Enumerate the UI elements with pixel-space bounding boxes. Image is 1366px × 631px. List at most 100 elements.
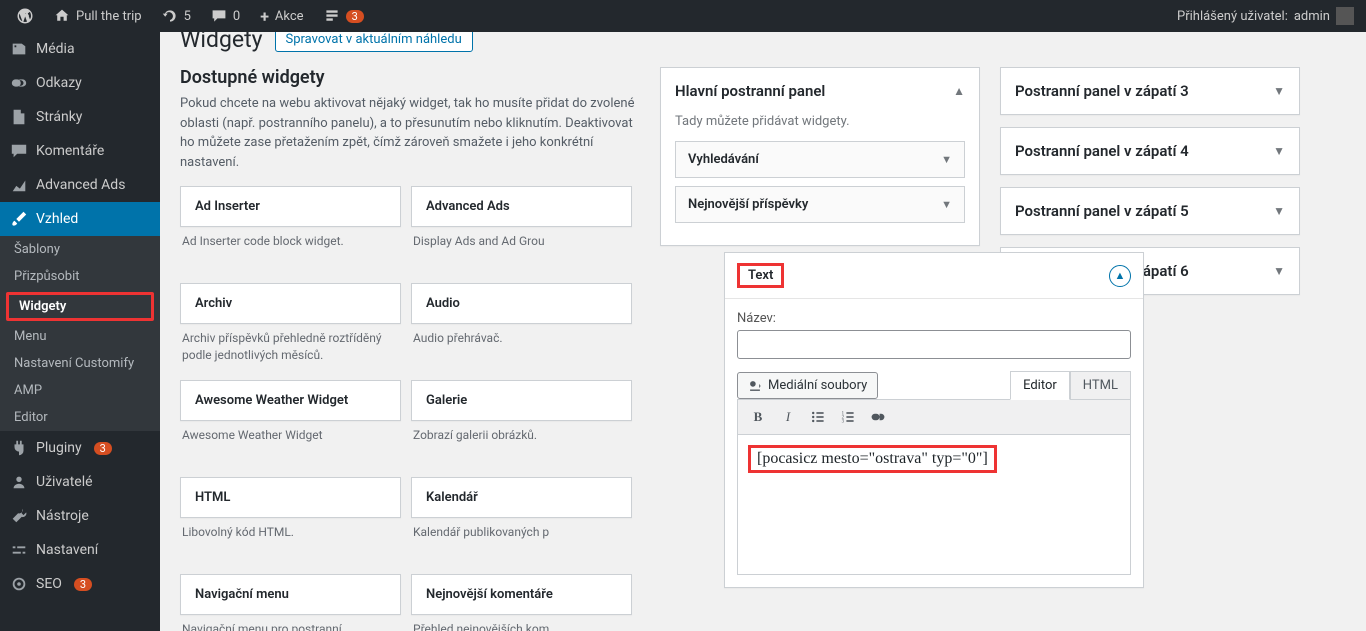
- submenu-menus[interactable]: Menu: [0, 323, 160, 350]
- submenu-customize[interactable]: Přizpůsobit: [0, 263, 160, 290]
- submenu-widgets[interactable]: Widgety: [6, 292, 154, 321]
- menu-appearance[interactable]: Vzhled: [0, 202, 160, 236]
- menu-links[interactable]: Odkazy: [0, 66, 160, 100]
- add-media-label: Mediální soubory: [768, 378, 867, 393]
- menu-tools[interactable]: Nástroje: [0, 499, 160, 533]
- admin-bar: Pull the trip 5 0 + Akce 3 Přihlášený už…: [0, 0, 1366, 32]
- footer-area-title: Postranní panel v zápatí 5: [1015, 202, 1189, 220]
- seo-icon: [10, 575, 28, 593]
- brush-icon: [10, 210, 28, 228]
- link-icon: [10, 74, 28, 92]
- tab-visual[interactable]: Editor: [1010, 371, 1070, 400]
- text-widget-editor: Text ▲ Název: Mediální soubory Editor HT…: [724, 252, 1144, 588]
- comments-bubble[interactable]: 0: [203, 0, 248, 32]
- footer-area-head[interactable]: Postranní panel v zápatí 5▼: [1001, 188, 1299, 234]
- wp-logo[interactable]: [8, 0, 42, 32]
- submenu-appearance: Šablony Přizpůsobit Widgety Menu Nastave…: [0, 236, 160, 431]
- seo-count: 3: [74, 578, 92, 591]
- available-widget[interactable]: Archiv: [180, 283, 401, 324]
- submenu-themes[interactable]: Šablony: [0, 236, 160, 263]
- available-widget[interactable]: Galerie: [411, 380, 632, 421]
- menu-seo[interactable]: SEO3: [0, 567, 160, 601]
- svg-text:3: 3: [842, 420, 845, 425]
- menu-advanced-ads[interactable]: Advanced Ads: [0, 168, 160, 202]
- menu-pages-label: Stránky: [36, 109, 82, 125]
- expand-icon: ▼: [1273, 144, 1285, 158]
- menu-settings[interactable]: Nastavení: [0, 533, 160, 567]
- menu-plugins[interactable]: Pluginy3: [0, 431, 160, 465]
- new-label: Akce: [275, 9, 304, 24]
- submenu-customify[interactable]: Nastavení Customify: [0, 350, 160, 377]
- footer-area: Postranní panel v zápatí 4▼: [1000, 127, 1300, 175]
- site-home[interactable]: Pull the trip: [46, 0, 150, 32]
- collapse-button[interactable]: ▲: [1109, 265, 1131, 287]
- footer-area: Postranní panel v zápatí 3▼: [1000, 67, 1300, 115]
- comments-count: 0: [233, 9, 240, 24]
- updates[interactable]: 5: [154, 0, 199, 32]
- area-main-head[interactable]: Hlavní postranní panel ▲: [661, 68, 979, 114]
- link-button[interactable]: [864, 403, 892, 431]
- site-name: Pull the trip: [76, 9, 142, 24]
- editor-content-area[interactable]: [pocasicz mesto="ostrava" typ="0"]: [737, 435, 1131, 575]
- menu-comments[interactable]: Komentáře: [0, 134, 160, 168]
- expand-icon: ▼: [941, 153, 952, 166]
- name-label: Název:: [737, 311, 776, 326]
- expand-icon: ▼: [941, 198, 952, 211]
- expand-icon: ▼: [1273, 84, 1285, 98]
- menu-pages[interactable]: Stránky: [0, 100, 160, 134]
- italic-button[interactable]: I: [774, 403, 802, 431]
- available-widget[interactable]: Nejnovější komentáře: [411, 574, 632, 615]
- menu-users[interactable]: Uživatelé: [0, 465, 160, 499]
- footer-area-head[interactable]: Postranní panel v zápatí 3▼: [1001, 68, 1299, 114]
- bold-button[interactable]: B: [744, 403, 772, 431]
- submenu-amp[interactable]: AMP: [0, 377, 160, 404]
- avatar: [1336, 7, 1354, 25]
- available-widget[interactable]: Audio: [411, 283, 632, 324]
- available-widget[interactable]: Awesome Weather Widget: [180, 380, 401, 421]
- menu-appearance-label: Vzhled: [36, 211, 78, 227]
- submenu-editor[interactable]: Editor: [0, 404, 160, 431]
- admin-sidebar: Média Odkazy Stránky Komentáře Advanced …: [0, 32, 160, 631]
- available-widget[interactable]: HTML: [180, 477, 401, 518]
- placed-widget[interactable]: Vyhledávání ▼: [675, 141, 965, 178]
- available-widget[interactable]: Ad Inserter: [180, 186, 401, 227]
- collapse-icon: ▲: [953, 84, 965, 98]
- available-widget-desc: Awesome Weather Widget: [180, 421, 401, 467]
- available-widget-desc: Libovolný kód HTML.: [180, 518, 401, 564]
- username: admin: [1294, 9, 1330, 24]
- chart-icon: [10, 176, 28, 194]
- expand-icon: ▼: [1273, 264, 1285, 278]
- smart-forms[interactable]: 3: [316, 0, 372, 32]
- available-widget-desc: Ad Inserter code block widget.: [180, 227, 401, 273]
- available-widget[interactable]: Advanced Ads: [411, 186, 632, 227]
- available-widget-desc: Přehled nejnovějších kom: [411, 615, 632, 631]
- available-widgets-desc: Pokud chcete na webu aktivovat nějaký wi…: [180, 94, 640, 172]
- ol-button[interactable]: 123: [834, 403, 862, 431]
- menu-media[interactable]: Média: [0, 32, 160, 66]
- plugins-count: 3: [94, 442, 112, 455]
- users-icon: [10, 473, 28, 491]
- menu-tools-label: Nástroje: [36, 508, 89, 524]
- area-main-desc: Tady můžete přidávat widgety.: [661, 114, 979, 141]
- content-area: Widgety Spravovat v aktuálním náhledu Do…: [160, 32, 1366, 631]
- tab-html[interactable]: HTML: [1070, 371, 1131, 400]
- available-widgets-title: Dostupné widgety: [180, 67, 640, 88]
- menu-comments-label: Komentáře: [36, 143, 104, 159]
- user-account[interactable]: Přihlášený uživatel: admin: [1177, 7, 1358, 25]
- new-content[interactable]: + Akce: [252, 0, 311, 32]
- pages-icon: [10, 108, 28, 126]
- available-widget-desc: Audio přehrávač.: [411, 324, 632, 370]
- available-widget[interactable]: Navigační menu: [180, 574, 401, 615]
- available-widget-desc: Display Ads and Ad Grou: [411, 227, 632, 273]
- add-media-button[interactable]: Mediální soubory: [737, 372, 878, 399]
- menu-media-label: Média: [36, 41, 75, 57]
- placed-widget-label: Vyhledávání: [688, 152, 759, 167]
- widget-name-input[interactable]: [737, 330, 1131, 359]
- available-widget[interactable]: Kalendář: [411, 477, 632, 518]
- placed-widget[interactable]: Nejnovější příspěvky▼: [675, 186, 965, 223]
- manage-live-button[interactable]: Spravovat v aktuálním náhledu: [275, 32, 473, 52]
- footer-area: Postranní panel v zápatí 5▼: [1000, 187, 1300, 235]
- ul-button[interactable]: [804, 403, 832, 431]
- footer-area-head[interactable]: Postranní panel v zápatí 4▼: [1001, 128, 1299, 174]
- menu-links-label: Odkazy: [36, 75, 82, 91]
